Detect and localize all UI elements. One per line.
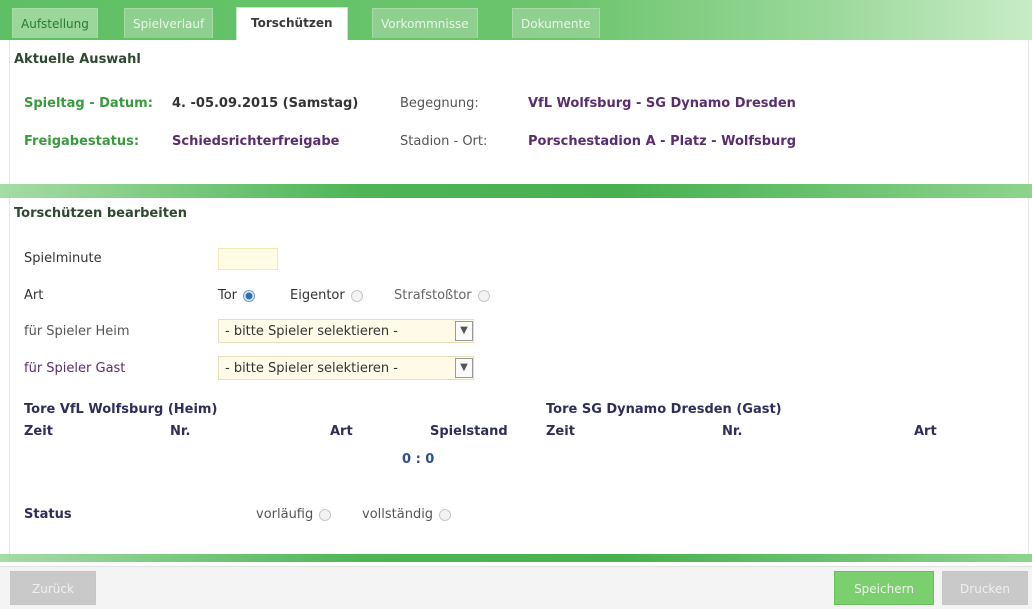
type-option-eigentor-label: Eigentor bbox=[290, 288, 345, 303]
current-score: 0 : 0 bbox=[402, 452, 435, 467]
back-button[interactable]: Zurück bbox=[10, 571, 96, 605]
guest-player-select-value: - bitte Spieler selektieren - bbox=[225, 361, 398, 376]
guest-col-time: Zeit bbox=[546, 424, 575, 439]
tab-vorkommnisse[interactable]: Vorkommnisse bbox=[372, 8, 478, 38]
footer-divider bbox=[0, 554, 1032, 562]
status-option-preliminary[interactable]: vorläufig bbox=[256, 507, 332, 522]
type-option-tor[interactable]: Tor bbox=[218, 288, 256, 303]
home-goals-title: Tore VfL Wolfsburg (Heim) bbox=[24, 402, 218, 417]
print-button[interactable]: Drucken bbox=[942, 571, 1028, 605]
type-option-strafstoss[interactable]: Strafstoßtor bbox=[394, 288, 490, 303]
guest-col-number: Nr. bbox=[722, 424, 743, 439]
home-player-label: für Spieler Heim bbox=[24, 324, 130, 339]
goal-editor-panel: Torschützen bearbeiten Spielminute Art T… bbox=[9, 198, 1029, 556]
release-status-label: Freigabestatus: bbox=[24, 134, 140, 149]
status-option-complete[interactable]: vollständig bbox=[362, 507, 452, 522]
status-option-preliminary-label: vorläufig bbox=[256, 507, 314, 522]
radio-strafstoss-icon[interactable] bbox=[477, 289, 490, 302]
current-selection-title: Aktuelle Auswahl bbox=[14, 52, 141, 67]
home-player-select[interactable]: - bitte Spieler selektieren - ▼ bbox=[218, 319, 474, 343]
fixture-value: VfL Wolfsburg - SG Dynamo Dresden bbox=[528, 96, 796, 111]
home-col-score: Spielstand bbox=[430, 424, 508, 439]
home-col-time: Zeit bbox=[24, 424, 53, 439]
radio-preliminary-icon[interactable] bbox=[319, 508, 332, 521]
radio-eigentor-icon[interactable] bbox=[350, 289, 363, 302]
fixture-label: Begegnung: bbox=[400, 96, 479, 111]
status-label: Status bbox=[24, 507, 72, 522]
current-selection-panel: Aktuelle Auswahl Spieltag - Datum: 4. -0… bbox=[9, 40, 1029, 184]
type-option-eigentor[interactable]: Eigentor bbox=[290, 288, 363, 303]
stadium-label: Stadion - Ort: bbox=[400, 134, 488, 149]
release-status-value: Schiedsrichterfreigabe bbox=[172, 134, 340, 149]
footer-bar: Zurück Speichern Drucken bbox=[0, 566, 1032, 609]
type-option-tor-label: Tor bbox=[218, 288, 238, 303]
guest-col-type: Art bbox=[914, 424, 937, 439]
radio-complete-icon[interactable] bbox=[439, 508, 452, 521]
tab-aufstellung[interactable]: Aufstellung bbox=[12, 8, 98, 38]
guest-player-label: für Spieler Gast bbox=[24, 361, 126, 376]
goal-editor-title: Torschützen bearbeiten bbox=[14, 206, 187, 221]
type-label: Art bbox=[24, 288, 44, 303]
status-option-complete-label: vollständig bbox=[362, 507, 434, 522]
guest-player-select[interactable]: - bitte Spieler selektieren - ▼ bbox=[218, 356, 474, 380]
minute-input[interactable] bbox=[218, 248, 278, 270]
home-player-select-value: - bitte Spieler selektieren - bbox=[225, 324, 398, 339]
home-col-number: Nr. bbox=[170, 424, 191, 439]
chevron-down-icon[interactable]: ▼ bbox=[455, 321, 473, 341]
matchday-label: Spieltag - Datum: bbox=[24, 96, 153, 111]
radio-tor-icon[interactable] bbox=[243, 289, 256, 302]
minute-label: Spielminute bbox=[24, 251, 102, 266]
matchday-value: 4. -05.09.2015 (Samstag) bbox=[172, 96, 359, 111]
type-option-strafstoss-label: Strafstoßtor bbox=[394, 288, 472, 303]
stadium-value: Porschestadion A - Platz - Wolfsburg bbox=[528, 134, 797, 149]
home-col-type: Art bbox=[330, 424, 353, 439]
guest-goals-title: Tore SG Dynamo Dresden (Gast) bbox=[546, 402, 782, 417]
section-divider bbox=[0, 184, 1032, 198]
tab-torschuetzen[interactable]: Torschützen bbox=[236, 7, 348, 42]
tab-spielverlauf[interactable]: Spielverlauf bbox=[124, 8, 214, 38]
save-button[interactable]: Speichern bbox=[834, 571, 934, 605]
tab-bar: Aufstellung Spielverlauf Torschützen Vor… bbox=[0, 0, 1032, 42]
tab-dokumente[interactable]: Dokumente bbox=[512, 8, 600, 38]
chevron-down-icon[interactable]: ▼ bbox=[455, 358, 473, 378]
